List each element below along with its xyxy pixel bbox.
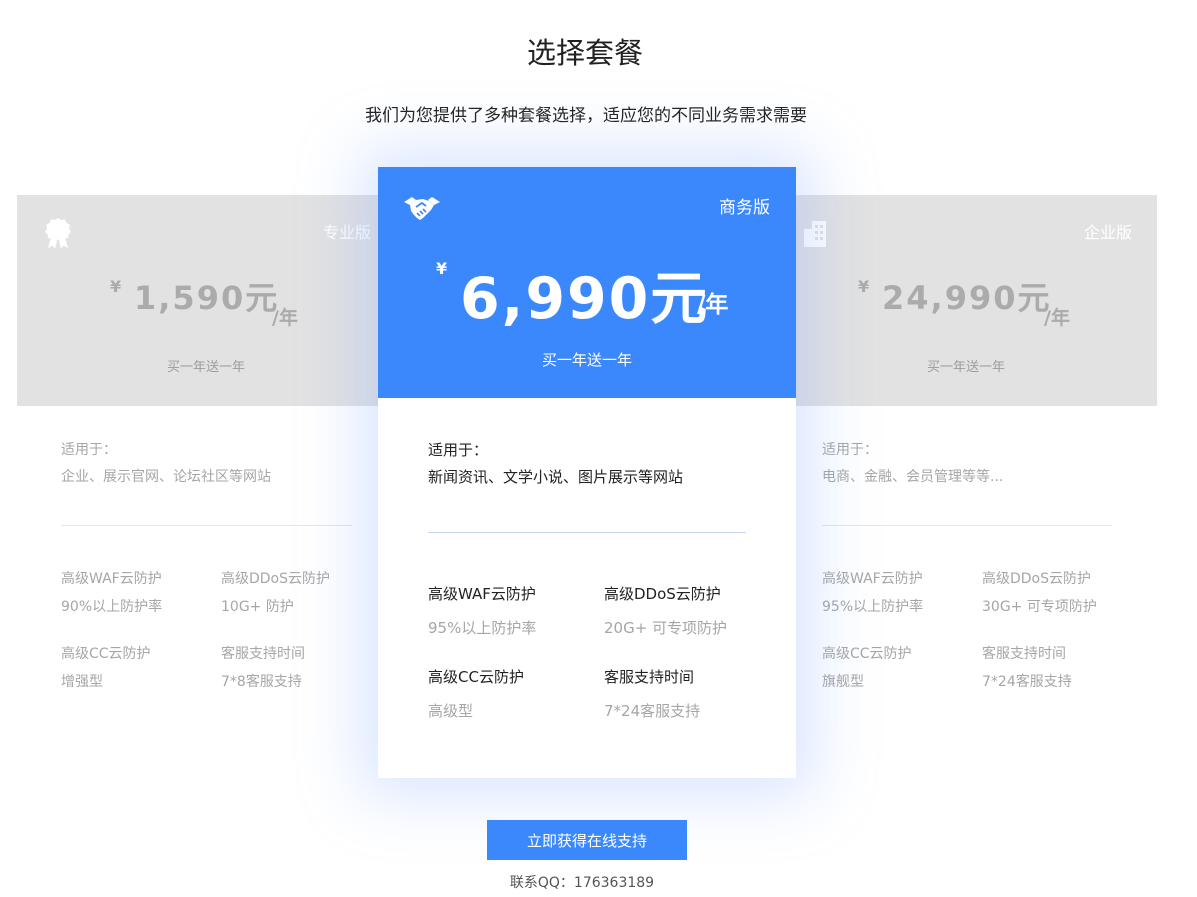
price-unit: /年 (1044, 307, 1070, 329)
price-amount: 6,990元 (460, 266, 710, 332)
feature-title: 高级WAF云防护 (61, 571, 162, 587)
feature-value: 7*24客服支持 (604, 702, 701, 720)
feature-ddos: 高级DDoS云防护 30G+ 可专项防护 (982, 568, 1097, 616)
feature-ddos: 高级DDoS云防护 20G+ 可专项防护 (604, 583, 727, 638)
feature-value: 旗舰型 (822, 674, 864, 690)
price-unit: /年 (697, 292, 729, 318)
plan-card-business[interactable]: 商务版 ¥ 6,990元 /年 买一年送一年 适用于： 新闻资讯、文学小说、图片… (378, 167, 796, 778)
feature-value: 95%以上防护率 (428, 619, 537, 637)
price-unit: /年 (272, 307, 298, 329)
plan-name: 商务版 (719, 198, 770, 218)
suitable-for: 企业、展示官网、论坛社区等网站 (61, 469, 271, 485)
plan-card-header: 专业版 ¥ 1,590元 /年 买一年送一年 (17, 195, 407, 406)
currency-symbol: ¥ (436, 259, 448, 278)
feature-cc: 高级CC云防护 旗舰型 (822, 643, 912, 691)
plan-promo: 买一年送一年 (167, 360, 246, 375)
plan-card-header: 商务版 ¥ 6,990元 /年 买一年送一年 (378, 167, 796, 398)
plan-name: 专业版 (323, 223, 372, 242)
plan-promo: 买一年送一年 (927, 360, 1006, 375)
feature-title: 高级DDoS云防护 (604, 585, 721, 603)
feature-value: 高级型 (428, 702, 474, 720)
feature-value: 95%以上防护率 (822, 599, 924, 615)
price-amount: 1,590元 (134, 279, 280, 317)
feature-title: 高级CC云防护 (428, 668, 524, 686)
feature-title: 高级CC云防护 (822, 646, 912, 662)
feature-waf: 高级WAF云防护 95%以上防护率 (822, 568, 923, 616)
suitable-label: 适用于： (428, 441, 489, 459)
divider (61, 525, 352, 526)
page-subtitle: 我们为您提供了多种套餐选择，适应您的不同业务需求需要 (365, 106, 807, 126)
suitable-label: 适用于： (61, 442, 117, 458)
award-ribbon-icon (45, 218, 71, 249)
page-title: 选择套餐 (526, 36, 643, 70)
feature-support: 客服支持时间 7*24客服支持 (982, 643, 1072, 691)
feature-title: 高级WAF云防护 (428, 585, 536, 603)
get-support-button[interactable]: 立即获得在线支持 (487, 820, 687, 860)
feature-support: 客服支持时间 7*8客服支持 (221, 643, 305, 691)
feature-value: 90%以上防护率 (61, 599, 163, 615)
feature-ddos: 高级DDoS云防护 10G+ 防护 (221, 568, 330, 616)
feature-value: 增强型 (61, 674, 103, 690)
suitable-for: 新闻资讯、文学小说、图片展示等网站 (428, 468, 684, 486)
feature-waf: 高级WAF云防护 95%以上防护率 (428, 583, 536, 638)
feature-support: 客服支持时间 7*24客服支持 (604, 666, 700, 721)
feature-value: 20G+ 可专项防护 (604, 619, 728, 637)
plan-card-header: 企业版 ¥ 24,990元 /年 买一年送一年 (770, 195, 1157, 406)
contact-qq: 联系QQ：176363189 (509, 875, 655, 891)
feature-cc: 高级CC云防护 增强型 (61, 643, 151, 691)
feature-value: 7*8客服支持 (221, 674, 302, 690)
handshake-icon (404, 197, 440, 220)
price-amount: 24,990元 (882, 279, 1052, 317)
plan-name: 企业版 (1084, 223, 1133, 242)
plan-promo: 买一年送一年 (541, 351, 632, 369)
feature-title: 高级WAF云防护 (822, 571, 923, 587)
divider (428, 532, 746, 533)
feature-value: 7*24客服支持 (982, 674, 1072, 690)
suitable-for: 电商、金融、会员管理等等... (822, 469, 1004, 485)
feature-title: 客服支持时间 (982, 646, 1066, 662)
feature-title: 高级CC云防护 (61, 646, 151, 662)
feature-value: 10G+ 防护 (221, 599, 294, 615)
feature-title: 高级DDoS云防护 (221, 571, 331, 587)
feature-title: 高级DDoS云防护 (982, 571, 1092, 587)
feature-title: 客服支持时间 (604, 668, 695, 686)
suitable-label: 适用于： (822, 442, 878, 458)
feature-waf: 高级WAF云防护 90%以上防护率 (61, 568, 162, 616)
currency-symbol: ¥ (858, 277, 870, 296)
plan-card-enterprise[interactable]: 企业版 ¥ 24,990元 /年 买一年送一年 适用于： 电商、金融、会员管理等… (770, 195, 1157, 795)
divider (822, 525, 1112, 526)
building-icon (804, 221, 826, 247)
feature-title: 客服支持时间 (221, 646, 305, 662)
feature-value: 30G+ 可专项防护 (982, 599, 1097, 615)
plan-card-pro[interactable]: 专业版 ¥ 1,590元 /年 买一年送一年 适用于： 企业、展示官网、论坛社区… (17, 195, 407, 795)
currency-symbol: ¥ (110, 277, 122, 296)
feature-cc: 高级CC云防护 高级型 (428, 666, 524, 721)
